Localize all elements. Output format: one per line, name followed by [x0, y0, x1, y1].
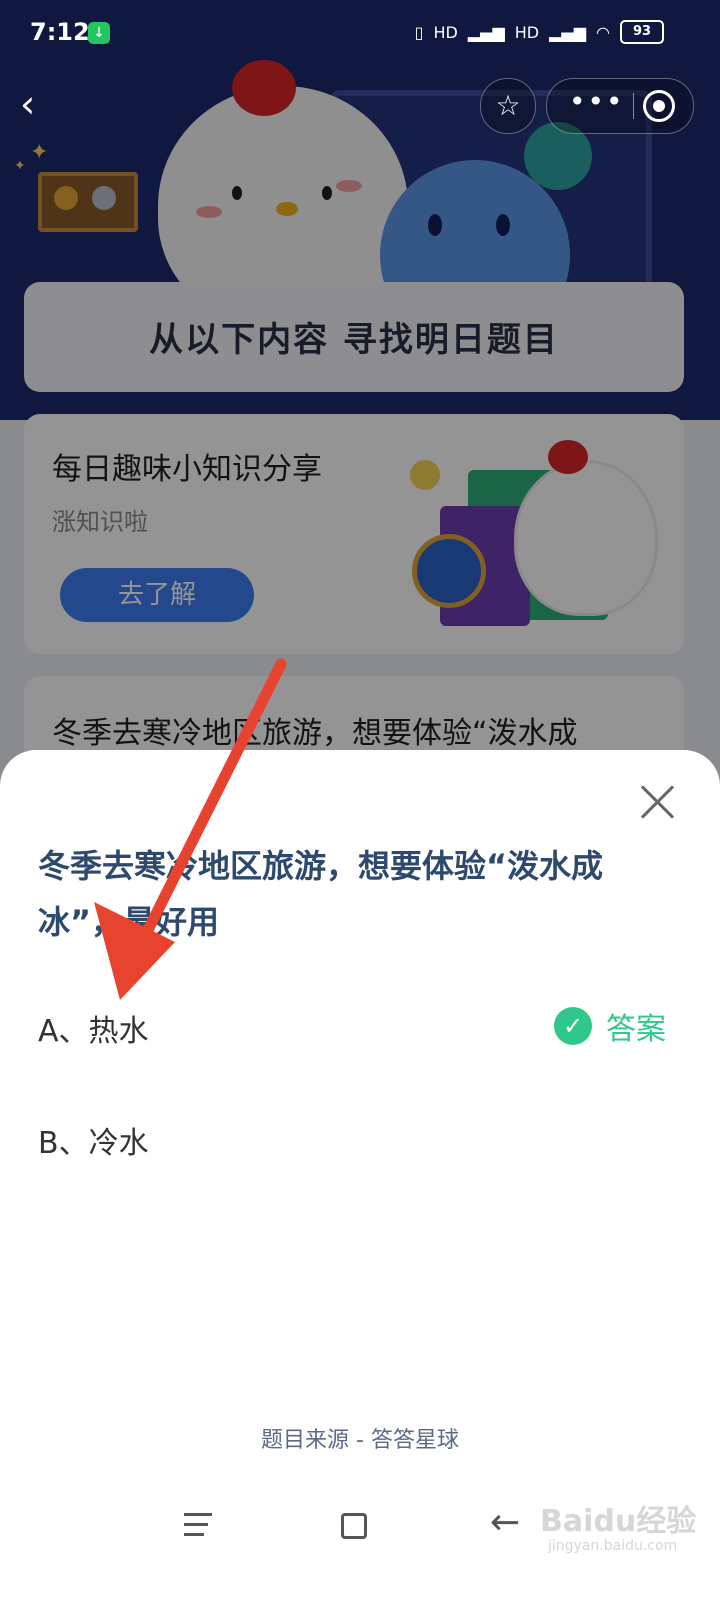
signal-hd-label: HD: [433, 22, 458, 42]
menu-icon[interactable]: [184, 1513, 212, 1537]
close-icon[interactable]: [638, 782, 678, 822]
wifi-icon: ◠: [596, 22, 610, 42]
home-icon[interactable]: [341, 1513, 367, 1539]
check-icon: ✓: [554, 1007, 592, 1045]
chevron-left-icon[interactable]: ‹: [20, 82, 60, 126]
signal-icon: ▂▄▆: [467, 22, 505, 42]
battery-icon: 93: [620, 20, 664, 44]
miniprogram-capsule: •••: [546, 78, 694, 134]
watermark-url: jingyan.baidu.com: [548, 1538, 678, 1554]
back-arrow-icon[interactable]: ←: [490, 1502, 520, 1543]
question-line: 冰”，最好用: [38, 903, 220, 941]
watermark: Baidu经验: [540, 1504, 697, 1539]
vibrate-icon: ▯: [414, 22, 424, 42]
signal-icon: ▂▄▆: [549, 22, 587, 42]
question-line: 冬季去寒冷地区旅游，想要体验“泼水成: [38, 847, 604, 885]
signal-hd-label: HD: [514, 22, 540, 42]
status-bar: 7:12 ↓ ▯ HD ▂▄▆ HD ▂▄▆ ◠ 93: [0, 0, 720, 70]
question-source: 题目来源 - 答答星球: [261, 1428, 459, 1453]
star-icon[interactable]: ☆: [480, 78, 536, 134]
target-icon[interactable]: [643, 90, 675, 122]
capsule-divider: [633, 93, 634, 119]
clock: 7:12: [30, 18, 90, 46]
option-b[interactable]: B、冷水: [38, 1118, 149, 1162]
answer-tag: 答案: [606, 1012, 666, 1047]
download-icon: ↓: [88, 22, 110, 44]
question-text: 冬季去寒冷地区旅游，想要体验“泼水成 冰”，最好用: [38, 838, 658, 950]
more-dots-icon[interactable]: •••: [569, 79, 623, 133]
option-a[interactable]: A、热水: [38, 1006, 149, 1050]
